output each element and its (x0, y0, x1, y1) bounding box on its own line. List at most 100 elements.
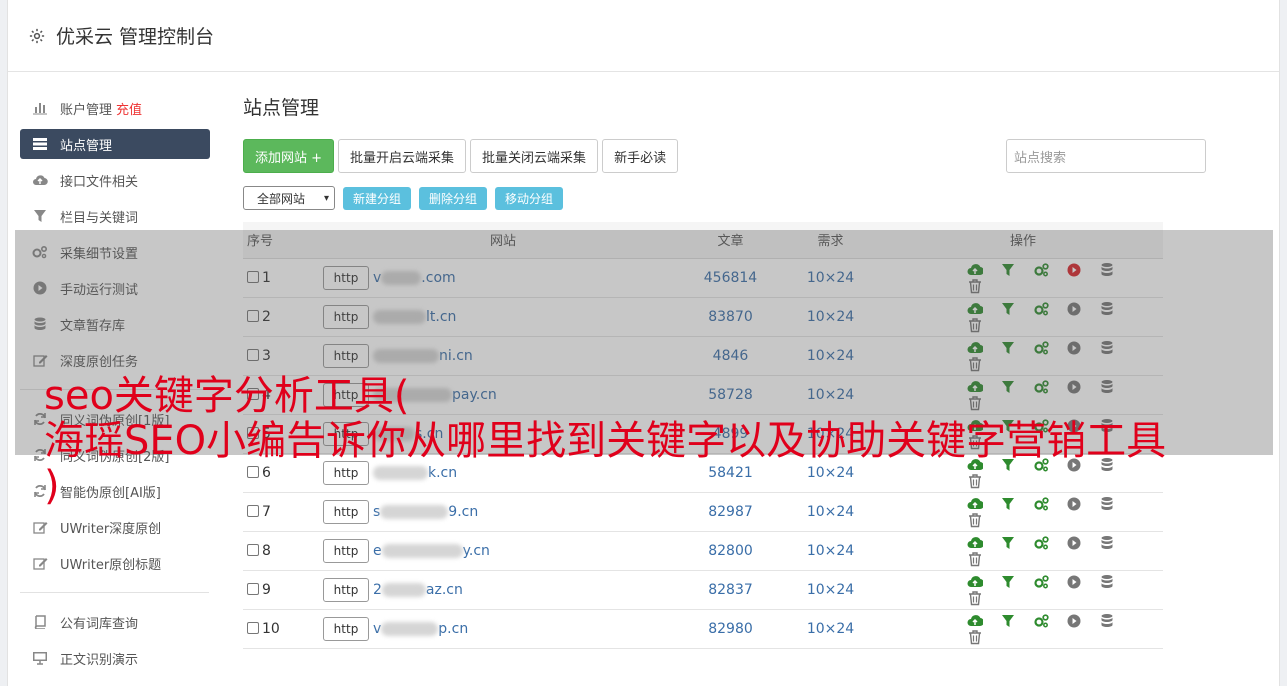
ops-cell (883, 570, 1163, 610)
row-number: 9 (262, 581, 271, 598)
domain-suffix: y.cn (462, 542, 490, 559)
book-icon (31, 615, 49, 629)
sidebar-item-13[interactable]: UWriter原创标题 (20, 548, 210, 578)
gears-icon[interactable] (1033, 535, 1049, 551)
site-domain-link[interactable]: e y.cn (373, 543, 490, 559)
headline-line-3: ) (44, 463, 60, 509)
row-number-cell: 10 (243, 609, 323, 649)
row-number-cell: 8 (243, 531, 323, 571)
domain-prefix: v (373, 620, 382, 637)
domain-suffix: az.cn (425, 581, 463, 598)
cloud-upload-icon[interactable] (967, 535, 984, 551)
sidebar-item-3[interactable]: 接口文件相关 (20, 165, 210, 195)
cloud-upload-icon[interactable] (967, 574, 984, 590)
trash-icon[interactable] (967, 629, 983, 645)
sidebar-item-1[interactable]: 账户管理 充值 (20, 93, 210, 123)
play-icon[interactable] (1066, 574, 1082, 590)
domain-redaction (381, 582, 426, 597)
group-toolbar: 全部网站 ▾ 新建分组 删除分组 移动分组 (243, 186, 1243, 210)
sidebar-item-label: 正文识别演示 (60, 652, 139, 668)
group-select-value: 全部网站 (257, 191, 306, 206)
row-checkbox[interactable] (247, 543, 259, 556)
table-row: 9 http 2 az.cn 82837 10×24 (243, 570, 1163, 610)
edit-icon (31, 556, 49, 570)
top-bar: 优采云 管理控制台 (8, 0, 1279, 72)
new-group-button[interactable]: 新建分组 (343, 186, 412, 210)
page-title: 站点管理 (243, 97, 320, 119)
domain-suffix: p.cn (438, 620, 469, 637)
edit-icon (31, 520, 49, 534)
sidebar-divider (20, 592, 209, 593)
filter-icon[interactable] (1000, 613, 1016, 629)
table-row: 10 http v p.cn 82980 10×24 (243, 609, 1163, 649)
demand-value[interactable]: 10×24 (778, 570, 883, 610)
domain-prefix: e (373, 542, 382, 559)
monitor-icon (31, 651, 49, 665)
toolbar: 添加网站 + 批量开启云端采集 批量关闭云端采集 新手必读 站点搜索 (243, 139, 1243, 173)
server-icon (31, 137, 49, 151)
sidebar-item-12[interactable]: UWriter深度原创 (20, 512, 210, 542)
chevron-down-icon: ▾ (323, 193, 329, 204)
trash-icon[interactable] (967, 590, 983, 606)
row-number: 8 (262, 542, 271, 559)
gear-icon[interactable] (28, 27, 46, 45)
article-count[interactable]: 82980 (683, 609, 778, 649)
row-checkbox[interactable] (247, 582, 259, 595)
play-icon[interactable] (1066, 613, 1082, 629)
gears-icon[interactable] (1033, 613, 1049, 629)
http-button[interactable]: http (323, 616, 369, 641)
demand-value[interactable]: 10×24 (778, 531, 883, 571)
guide-button[interactable]: 新手必读 (602, 139, 679, 173)
headline-line-2: 海瑶SEO小编告诉你从哪里找到关键字以及协助关键字营销工具 (44, 418, 1167, 464)
sidebar-item-label: 接口文件相关 (60, 174, 139, 190)
site-search-input[interactable]: 站点搜索 (1006, 139, 1206, 173)
batch-close-cloud-button[interactable]: 批量关闭云端采集 (470, 139, 599, 173)
bar-chart-icon (31, 101, 49, 115)
sidebar-item-extra-1[interactable]: 公有词库查询 (20, 607, 210, 637)
site-cell: http 2 az.cn (323, 570, 683, 610)
play-icon[interactable] (1066, 535, 1082, 551)
filter-icon[interactable] (1000, 535, 1016, 551)
demand-value[interactable]: 10×24 (778, 609, 883, 649)
row-checkbox[interactable] (247, 621, 259, 634)
domain-prefix: 2 (373, 581, 382, 598)
sidebar-item-label: 公有词库查询 (60, 616, 139, 632)
sidebar-item-label: UWriter深度原创 (60, 521, 162, 537)
delete-group-button[interactable]: 删除分组 (419, 186, 488, 210)
database-icon[interactable] (1099, 613, 1115, 629)
move-group-button[interactable]: 移动分组 (495, 186, 564, 210)
headline-line-1: seo关键字分析工具( (44, 373, 410, 419)
row-number: 10 (262, 620, 280, 637)
site-cell: http v p.cn (323, 609, 683, 649)
add-site-button[interactable]: 添加网站 + (243, 139, 335, 173)
sidebar-item-label: UWriter原创标题 (60, 557, 162, 573)
ops-cell (883, 609, 1163, 649)
sidebar-item-label: 站点管理 (60, 138, 113, 154)
trash-icon[interactable] (967, 512, 983, 528)
sidebar-item-extra-2[interactable]: 正文识别演示 (20, 643, 210, 673)
http-button[interactable]: http (323, 577, 369, 602)
http-button[interactable]: http (323, 538, 369, 563)
sidebar-item-label: 账户管理 (60, 102, 113, 118)
article-count[interactable]: 82837 (683, 570, 778, 610)
article-count[interactable]: 82800 (683, 531, 778, 571)
site-domain-link[interactable]: 2 az.cn (373, 582, 463, 598)
cloud-upload-icon[interactable] (967, 613, 984, 629)
row-number-cell: 9 (243, 570, 323, 610)
database-icon[interactable] (1099, 535, 1115, 551)
sidebar-item-2[interactable]: 站点管理 (20, 129, 210, 159)
domain-redaction (381, 543, 463, 558)
recharge-link[interactable]: 充值 (116, 99, 142, 118)
trash-icon[interactable] (967, 551, 983, 567)
gears-icon[interactable] (1033, 574, 1049, 590)
table-row: 8 http e y.cn 82800 10×24 (243, 531, 1163, 571)
sidebar-item-4[interactable]: 栏目与关键词 (20, 201, 210, 231)
batch-open-cloud-button[interactable]: 批量开启云端采集 (338, 139, 467, 173)
group-select[interactable]: 全部网站 ▾ (243, 186, 335, 210)
site-domain-link[interactable]: v p.cn (373, 621, 468, 637)
ops-cell (883, 531, 1163, 571)
filter-icon[interactable] (1000, 574, 1016, 590)
sidebar-item-label: 栏目与关键词 (60, 210, 139, 226)
database-icon[interactable] (1099, 574, 1115, 590)
cloud-upload-icon (31, 173, 49, 187)
